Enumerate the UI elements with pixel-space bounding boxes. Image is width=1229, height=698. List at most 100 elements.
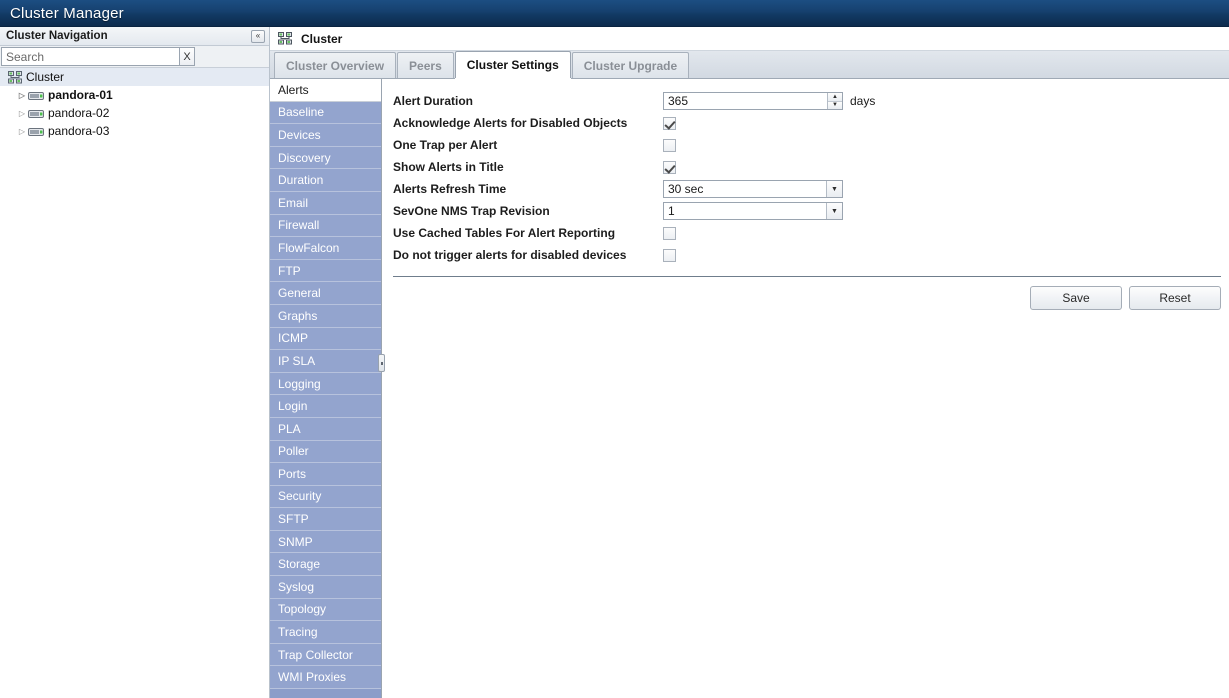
tab-bar: Cluster Overview Peers Cluster Settings … (270, 51, 1229, 79)
field-label: Use Cached Tables For Alert Reporting (393, 226, 616, 240)
alert-duration-unit: days (850, 94, 876, 108)
cluster-icon (8, 70, 22, 84)
alerts-settings-form: Alert Duration ▲ ▼ days Acknowledg (385, 79, 1229, 698)
selected-value: 1 (668, 204, 675, 218)
splitter-grip-icon[interactable] (378, 354, 385, 372)
page-title: Cluster (301, 31, 343, 46)
stepper-up-icon[interactable]: ▲ (828, 93, 842, 102)
category-syslog[interactable]: Syslog (270, 576, 381, 599)
field-use-cached-tables: Use Cached Tables For Alert Reporting (393, 222, 1229, 244)
category-flowfalcon[interactable]: FlowFalcon (270, 237, 381, 260)
category-firewall[interactable]: Firewall (270, 214, 381, 238)
sidebar-search-row: X (0, 46, 269, 68)
server-icon (28, 108, 44, 119)
category-icmp[interactable]: ICMP (270, 327, 381, 351)
settings-panel: Alerts Baseline Devices Discovery Durati… (270, 79, 1229, 698)
content-panel: Cluster Cluster Overview Peers Cluster S… (270, 27, 1229, 698)
category-ip-sla[interactable]: IP SLA (270, 350, 381, 373)
field-show-alerts-in-title: Show Alerts in Title (393, 156, 1229, 178)
category-email[interactable]: Email (270, 191, 381, 215)
use-cached-tables-checkbox[interactable] (663, 226, 676, 240)
field-label: One Trap per Alert (393, 138, 498, 152)
save-button[interactable]: Save (1030, 286, 1122, 310)
tab-cluster-upgrade[interactable]: Cluster Upgrade (571, 52, 690, 78)
category-baseline[interactable]: Baseline (270, 101, 381, 125)
window-titlebar: Cluster Manager (0, 0, 1229, 27)
tree-item-pandora-01[interactable]: ▷ pandora-01 (0, 86, 269, 104)
tree-item-pandora-02[interactable]: ▷ pandora-02 (0, 104, 269, 122)
tree-item-pandora-03[interactable]: ▷ pandora-03 (0, 122, 269, 140)
field-alerts-refresh-time: Alerts Refresh Time 30 sec ▼ (393, 178, 1229, 200)
tree-item-label: pandora-02 (48, 106, 110, 120)
category-alerts[interactable]: Alerts (270, 79, 381, 102)
category-general[interactable]: General (270, 282, 381, 305)
search-input[interactable] (1, 47, 179, 66)
category-storage[interactable]: Storage (270, 553, 381, 577)
category-devices[interactable]: Devices (270, 124, 381, 147)
search-clear-button[interactable]: X (179, 47, 195, 66)
field-no-trigger-disabled: Do not trigger alerts for disabled devic… (393, 244, 1229, 266)
category-duration[interactable]: Duration (270, 169, 381, 192)
alert-duration-stepper[interactable]: ▲ ▼ (663, 92, 843, 110)
settings-category-list: Alerts Baseline Devices Discovery Durati… (270, 79, 382, 698)
selected-value: 30 sec (668, 182, 704, 196)
stepper-down-icon[interactable]: ▼ (828, 101, 842, 109)
sidebar-header: Cluster Navigation « (0, 27, 269, 46)
category-login[interactable]: Login (270, 395, 381, 418)
reset-button[interactable]: Reset (1129, 286, 1221, 310)
category-trap-collector[interactable]: Trap Collector (270, 643, 381, 667)
stepper-buttons[interactable]: ▲ ▼ (827, 93, 842, 109)
no-trigger-disabled-checkbox[interactable] (663, 248, 676, 262)
category-graphs[interactable]: Graphs (270, 304, 381, 328)
category-pla[interactable]: PLA (270, 417, 381, 441)
tab-cluster-settings[interactable]: Cluster Settings (454, 51, 571, 78)
expand-triangle-icon[interactable]: ▷ (16, 127, 28, 136)
tree-item-label: pandora-03 (48, 124, 110, 138)
field-label: Acknowledge Alerts for Disabled Objects (393, 116, 628, 130)
field-one-trap-per-alert: One Trap per Alert (393, 134, 1229, 156)
category-discovery[interactable]: Discovery (270, 146, 381, 170)
category-security[interactable]: Security (270, 485, 381, 509)
tree-item-label: Cluster (26, 70, 65, 84)
category-snmp[interactable]: SNMP (270, 530, 381, 554)
trap-revision-select[interactable]: 1 ▼ (663, 202, 843, 220)
category-tracing[interactable]: Tracing (270, 621, 381, 644)
tab-peers[interactable]: Peers (397, 52, 454, 78)
acknowledge-alerts-checkbox[interactable] (663, 116, 676, 130)
category-ports[interactable]: Ports (270, 463, 381, 486)
sidebar-title: Cluster Navigation (6, 30, 108, 42)
expand-triangle-icon[interactable]: ▷ (16, 91, 28, 100)
server-icon (28, 90, 44, 101)
field-trap-revision: SevOne NMS Trap Revision 1 ▼ (393, 200, 1229, 222)
cluster-icon (278, 32, 292, 45)
field-label: Alert Duration (393, 94, 474, 108)
field-alert-duration: Alert Duration ▲ ▼ days (393, 90, 1229, 112)
collapse-left-icon[interactable]: « (251, 29, 265, 43)
alert-duration-input[interactable] (664, 93, 827, 109)
tree-item-cluster[interactable]: Cluster (0, 68, 269, 86)
expand-triangle-icon[interactable]: ▷ (16, 109, 28, 118)
content-header: Cluster (270, 27, 1229, 51)
cluster-tree: Cluster ▷ pandora-01 ▷ pandora-02 ▷ pand… (0, 68, 269, 698)
window-title: Cluster Manager (10, 4, 124, 22)
form-button-row: Save Reset (393, 277, 1229, 310)
field-label: Alerts Refresh Time (393, 182, 507, 196)
chevron-down-icon[interactable]: ▼ (826, 181, 842, 197)
server-icon (28, 126, 44, 137)
category-ftp[interactable]: FTP (270, 259, 381, 283)
category-topology[interactable]: Topology (270, 598, 381, 622)
field-label: SevOne NMS Trap Revision (393, 204, 550, 218)
one-trap-per-alert-checkbox[interactable] (663, 138, 676, 152)
cluster-navigation-panel: Cluster Navigation « X (0, 27, 270, 698)
field-acknowledge-alerts: Acknowledge Alerts for Disabled Objects (393, 112, 1229, 134)
alerts-refresh-time-select[interactable]: 30 sec ▼ (663, 180, 843, 198)
field-label: Show Alerts in Title (393, 160, 504, 174)
category-wmi-proxies[interactable]: WMI Proxies (270, 666, 381, 690)
category-poller[interactable]: Poller (270, 440, 381, 464)
category-sftp[interactable]: SFTP (270, 508, 381, 531)
field-label: Do not trigger alerts for disabled devic… (393, 248, 627, 262)
category-logging[interactable]: Logging (270, 372, 381, 396)
show-alerts-in-title-checkbox[interactable] (663, 160, 676, 174)
chevron-down-icon[interactable]: ▼ (826, 203, 842, 219)
tab-cluster-overview[interactable]: Cluster Overview (274, 52, 397, 78)
